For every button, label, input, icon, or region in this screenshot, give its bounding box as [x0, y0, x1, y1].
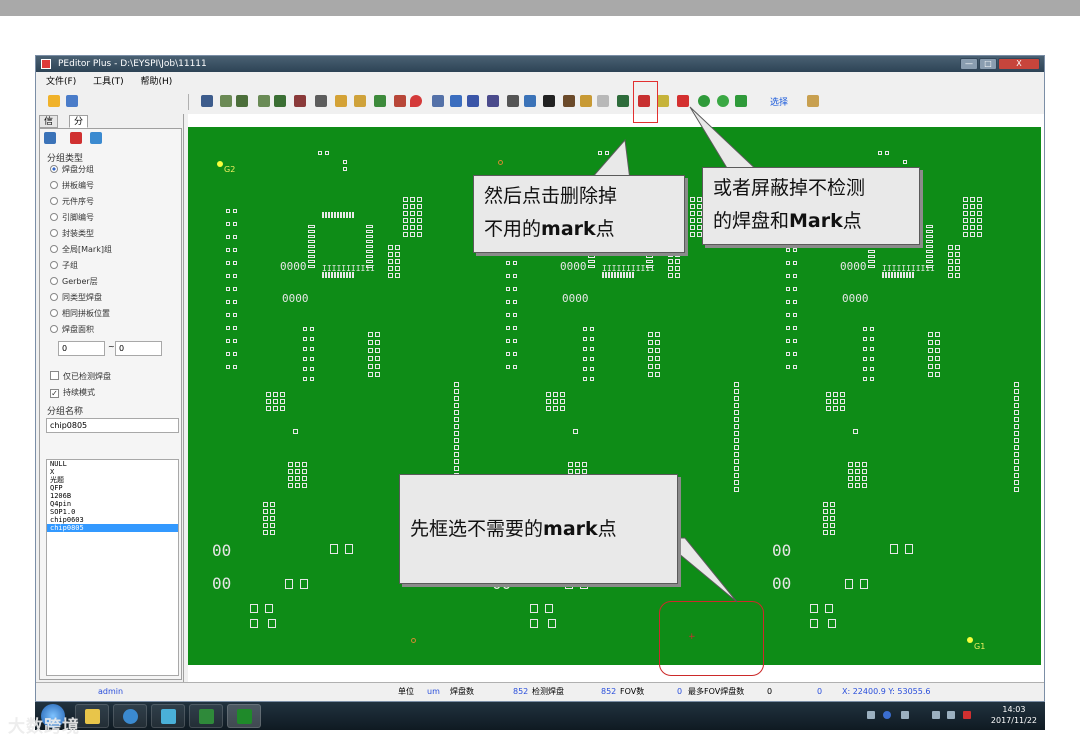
- pointer-shield: [689, 106, 762, 174]
- callout-pointers: [588, 106, 762, 603]
- callout-delete-mark: 然后点击删除掉 不用的mark点: [473, 175, 685, 253]
- callout-line: 然后点击删除掉: [484, 185, 618, 207]
- callout-select-mark: 先框选不需要的mark点: [399, 474, 678, 584]
- callout-shield-pads: 或者屏蔽掉不检测 的焊盘和Mark点: [702, 167, 920, 245]
- pointer-delete: [588, 138, 631, 181]
- callout-line: 的焊盘和Mark点: [713, 210, 862, 232]
- callout-line: 或者屏蔽掉不检测: [713, 177, 866, 199]
- callout-line: 不用的mark点: [484, 218, 615, 240]
